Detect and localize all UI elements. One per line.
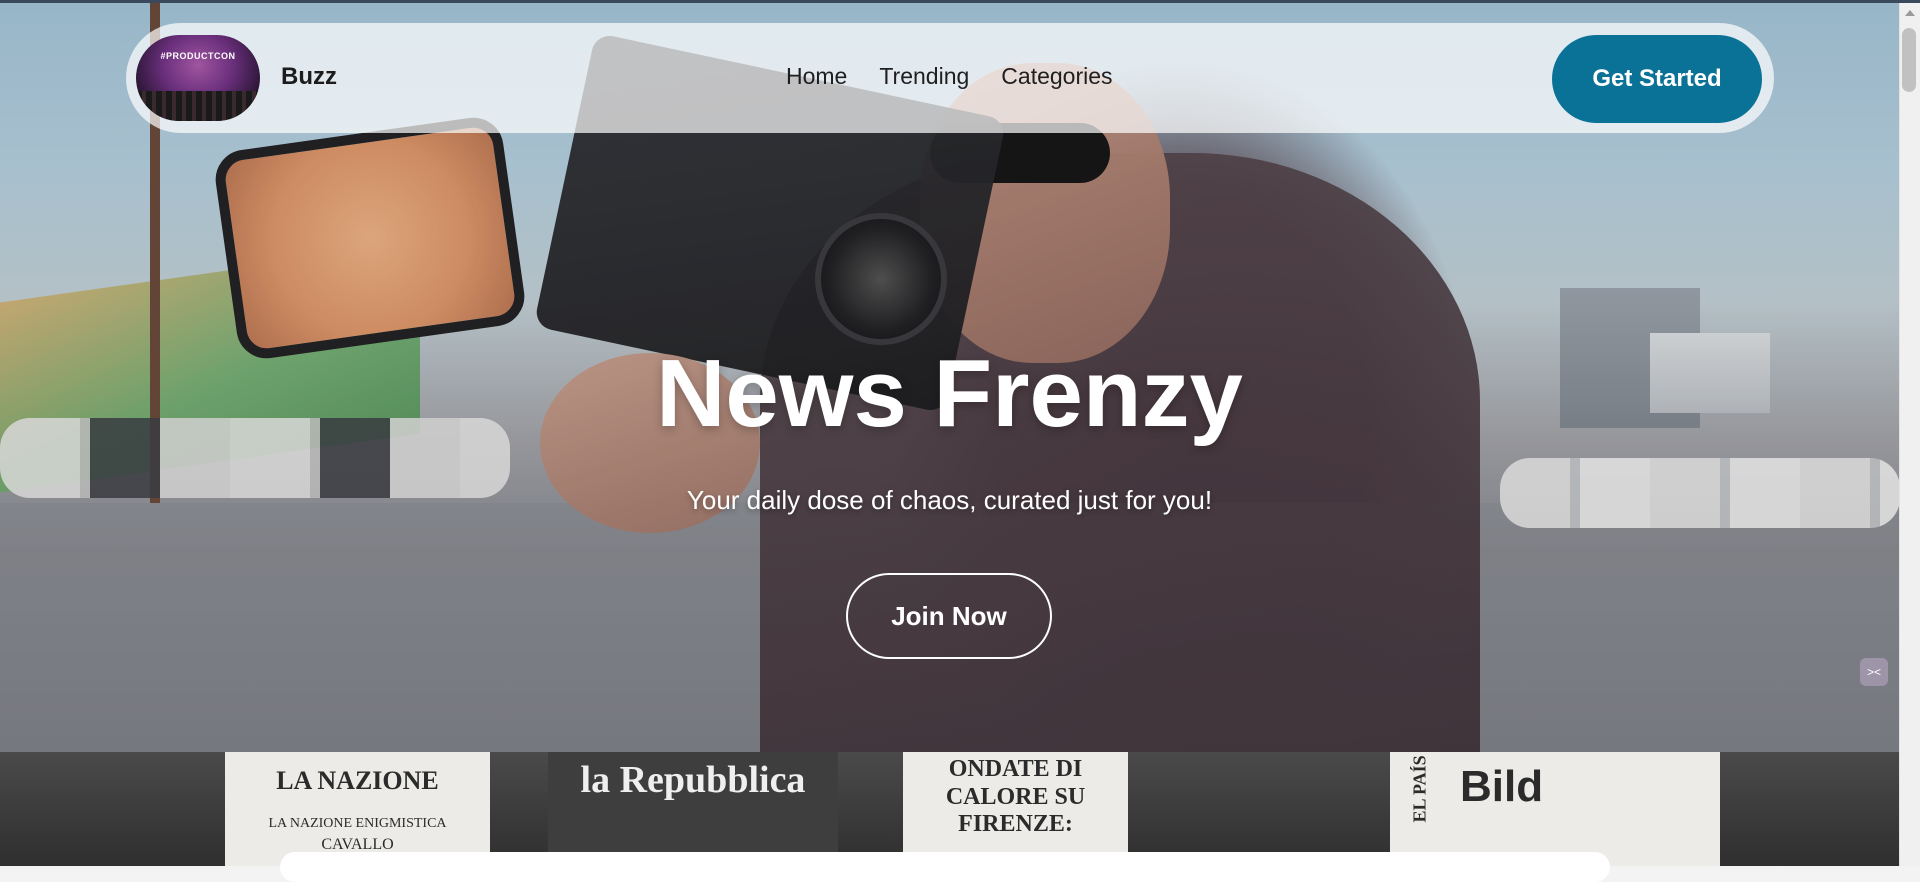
nav-links: Home Trending Categories (786, 63, 1113, 90)
newspaper-el-pais: EL PAÍS (1390, 752, 1450, 866)
newspaper-masthead: ONDATE DI CALORE SU FIRENZE: (945, 756, 1086, 838)
hero-title: News Frenzy (656, 340, 1243, 447)
logo-text: #PRODUCTCON (160, 51, 236, 61)
nav-categories[interactable]: Categories (1001, 63, 1112, 90)
newspaper-ondate: ONDATE DI CALORE SU FIRENZE: (903, 752, 1128, 866)
logo-crowd-image (136, 91, 260, 121)
nav-trending[interactable]: Trending (879, 63, 969, 90)
newspaper-masthead: EL PAÍS (1409, 755, 1430, 823)
newspaper-bild: Bild (1450, 752, 1720, 866)
scrollbar-track[interactable] (1899, 3, 1920, 866)
newspaper-la-repubblica: la Repubblica (548, 752, 838, 866)
hero-subtitle: Your daily dose of chaos, curated just f… (686, 485, 1213, 515)
newspaper-banner: LA NAZIONE LA NAZIONE ENIGMISTICA CAVALL… (0, 752, 1899, 866)
scroll-up-arrow-icon[interactable] (1905, 10, 1915, 16)
brand-name[interactable]: Buzz (281, 63, 337, 91)
newspaper-masthead: Bild (1460, 762, 1544, 811)
newspaper-masthead: la Repubblica (580, 759, 806, 801)
newspaper-la-nazione: LA NAZIONE LA NAZIONE ENIGMISTICA CAVALL… (225, 752, 490, 866)
get-started-button[interactable]: Get Started (1552, 35, 1762, 123)
newspaper-masthead: LA NAZIONE (276, 766, 439, 795)
content-card-top (280, 852, 1610, 882)
newspaper-line: LA NAZIONE ENIGMISTICA (268, 816, 447, 831)
brand-logo[interactable]: #PRODUCTCON (136, 35, 260, 121)
top-navbar: #PRODUCTCON Buzz Home Trending Categorie… (126, 23, 1774, 133)
nav-home[interactable]: Home (786, 63, 847, 90)
collapse-icon[interactable]: >< (1860, 658, 1888, 686)
scrollbar-thumb[interactable] (1902, 28, 1916, 92)
join-now-button[interactable]: Join Now (846, 573, 1052, 659)
